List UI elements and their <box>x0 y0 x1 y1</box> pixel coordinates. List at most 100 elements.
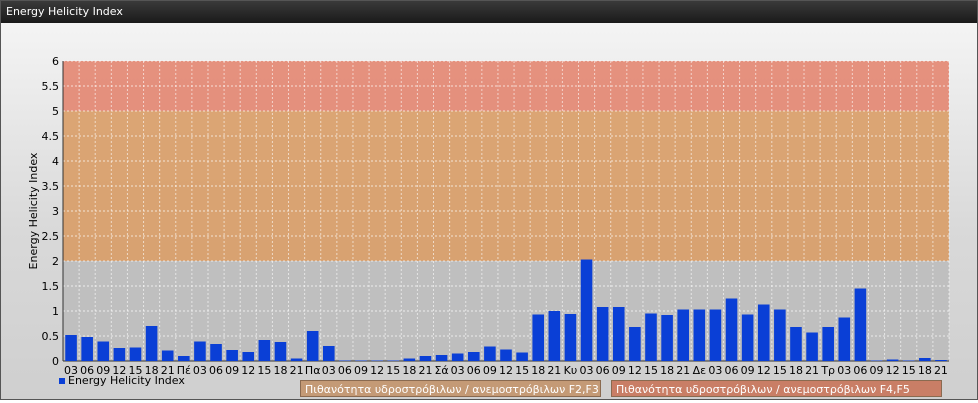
x-tick-label: 12 <box>241 364 255 377</box>
bar <box>725 298 738 361</box>
x-tick-label: 09 <box>225 364 239 377</box>
x-tick-label: 03 <box>580 364 594 377</box>
bar <box>161 350 174 361</box>
x-tick-label: 15 <box>515 364 529 377</box>
bar <box>403 358 416 361</box>
x-tick-label: Κυ <box>564 364 578 377</box>
x-tick-label: 21 <box>418 364 432 377</box>
bar <box>693 309 706 361</box>
bar <box>596 307 609 361</box>
y-tick-label: 4 <box>52 155 59 168</box>
x-tick-label: 06 <box>725 364 739 377</box>
bar <box>242 352 255 361</box>
x-tick-label: 03 <box>451 364 465 377</box>
x-tick-label: 09 <box>483 364 497 377</box>
x-tick-label: 09 <box>870 364 884 377</box>
y-tick-label: 2 <box>52 255 59 268</box>
x-tick-label: 12 <box>757 364 771 377</box>
x-tick-label: 21 <box>290 364 304 377</box>
x-tick-label: 06 <box>338 364 352 377</box>
x-tick-label: 03 <box>837 364 851 377</box>
bar <box>81 337 93 361</box>
band-label-f4-f5: Πιθανότητα υδροστρόβιλων / ανεμοστρόβιλω… <box>611 380 942 397</box>
bar <box>629 327 641 361</box>
window-title: Energy Helicity Index <box>1 1 977 23</box>
x-tick-label: 06 <box>467 364 481 377</box>
bar <box>306 331 319 361</box>
band-label-f2-f3: Πιθανότητα υδροστρόβιλων / ανεμοστρόβιλω… <box>300 380 601 397</box>
x-tick-label: 09 <box>741 364 755 377</box>
x-tick-label: 21 <box>934 364 948 377</box>
bar <box>790 327 802 361</box>
x-tick-label: 18 <box>918 364 932 377</box>
bar <box>822 327 834 361</box>
x-tick-label: 15 <box>902 364 916 377</box>
x-tick-label: 21 <box>547 364 561 377</box>
bar <box>274 342 287 361</box>
bar <box>258 340 271 361</box>
x-tick-label: Σά <box>434 364 448 377</box>
bar <box>580 259 593 361</box>
x-tick-label: 12 <box>499 364 513 377</box>
bar <box>194 341 206 361</box>
x-tick-label: 09 <box>354 364 368 377</box>
bar <box>774 309 786 361</box>
bar <box>935 360 947 361</box>
x-tick-label: 18 <box>273 364 287 377</box>
bar <box>451 353 464 361</box>
x-tick-label: 18 <box>531 364 545 377</box>
bar <box>548 311 561 361</box>
chart-window: Energy Helicity Index 0 0.5 1 1.5 2 2.5 3 3.5 4 4… <box>0 0 978 400</box>
plot-area: 0 0.5 1 1.5 2 2.5 3 3.5 4 4.5 5 5.5 6 03 06 09 12 15 18 21 Π… <box>1 23 977 399</box>
x-tick-label: 18 <box>789 364 803 377</box>
bar <box>854 288 867 361</box>
x-tick-label: 03 <box>193 364 207 377</box>
bar <box>757 304 770 361</box>
bar <box>709 309 722 361</box>
bar <box>645 313 657 361</box>
x-tick-label: 12 <box>628 364 642 377</box>
bar <box>290 358 303 361</box>
x-tick-label: Πα <box>305 364 321 377</box>
bar <box>387 360 400 361</box>
x-tick-label: 18 <box>402 364 416 377</box>
y-tick-label: 3.5 <box>42 180 60 193</box>
legend-label: Energy Helicity Index <box>68 374 185 387</box>
x-tick-label: 12 <box>370 364 384 377</box>
bar <box>500 349 512 361</box>
x-tick-label: 21 <box>676 364 690 377</box>
bar <box>838 317 851 361</box>
bar <box>532 314 545 361</box>
x-tick-label: 15 <box>644 364 658 377</box>
x-tick-label: 03 <box>708 364 722 377</box>
x-tick-label: 15 <box>386 364 400 377</box>
bar <box>323 346 335 361</box>
y-tick-label: 5 <box>52 105 59 118</box>
x-tick-label: 21 <box>805 364 819 377</box>
bar <box>484 346 496 361</box>
x-tick-label: Τρ <box>820 364 835 377</box>
bar <box>806 332 818 361</box>
y-tick-label: 4.5 <box>42 130 60 143</box>
x-tick-label: 06 <box>596 364 610 377</box>
y-tick-label: 1 <box>52 305 59 318</box>
bar <box>902 360 915 361</box>
x-tick-label: 18 <box>660 364 674 377</box>
y-tick-label: 6 <box>52 55 59 68</box>
bar <box>870 360 883 361</box>
x-tick-label: 03 <box>322 364 336 377</box>
y-tick-label: 3 <box>52 205 59 218</box>
bar <box>467 352 480 361</box>
bar <box>564 314 577 361</box>
bar <box>129 347 142 361</box>
bar <box>435 355 448 361</box>
x-tick-label: Δε <box>693 364 707 377</box>
bar <box>113 348 126 361</box>
bar <box>919 358 931 361</box>
x-tick-label: 12 <box>886 364 900 377</box>
bar <box>886 359 899 361</box>
bar <box>677 309 689 361</box>
bar <box>226 350 238 361</box>
y-tick-label: 2.5 <box>42 230 60 243</box>
bar <box>661 315 673 361</box>
